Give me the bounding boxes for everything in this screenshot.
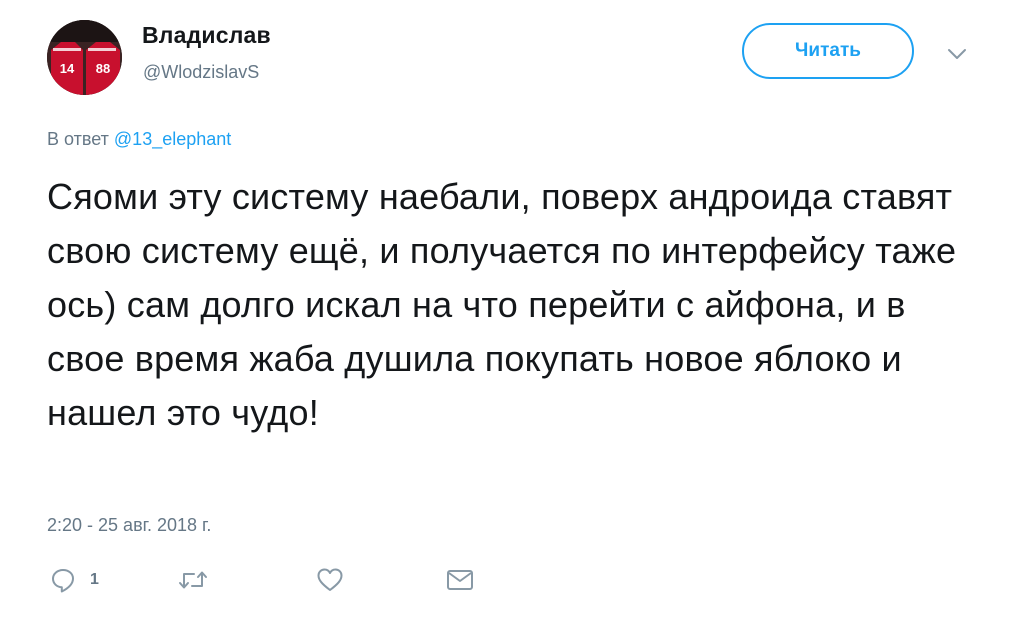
author-display-name[interactable]: Владислав (142, 22, 271, 49)
tweet-timestamp[interactable]: 2:20 - 25 авг. 2018 г. (47, 515, 211, 536)
retweet-action[interactable] (178, 565, 208, 595)
follow-button[interactable]: Читать (742, 23, 914, 79)
reply-to-mention-link[interactable]: @13_elephant (114, 129, 231, 149)
chevron-down-icon[interactable] (945, 44, 969, 64)
reply-icon[interactable] (50, 567, 76, 593)
like-action[interactable] (316, 565, 344, 595)
avatar-number-right: 88 (96, 61, 110, 76)
reply-count: 1 (90, 571, 99, 588)
tweet-text: Сяоми эту систему наебали, поверх андрои… (47, 176, 957, 433)
avatar-number-left: 14 (60, 61, 75, 76)
avatar[interactable]: 14 88 (47, 20, 122, 95)
reply-to-line: В ответ @13_elephant (47, 129, 231, 150)
retweet-icon[interactable] (178, 567, 208, 593)
avatar-jerseys-image: 14 88 (47, 20, 122, 95)
direct-message-action[interactable] (446, 565, 474, 595)
direct-message-icon[interactable] (446, 568, 474, 592)
reply-to-prefix: В ответ (47, 129, 109, 149)
reply-action[interactable]: 1 (50, 565, 99, 595)
author-handle[interactable]: @WlodzislavS (143, 62, 259, 83)
like-icon[interactable] (316, 567, 344, 593)
